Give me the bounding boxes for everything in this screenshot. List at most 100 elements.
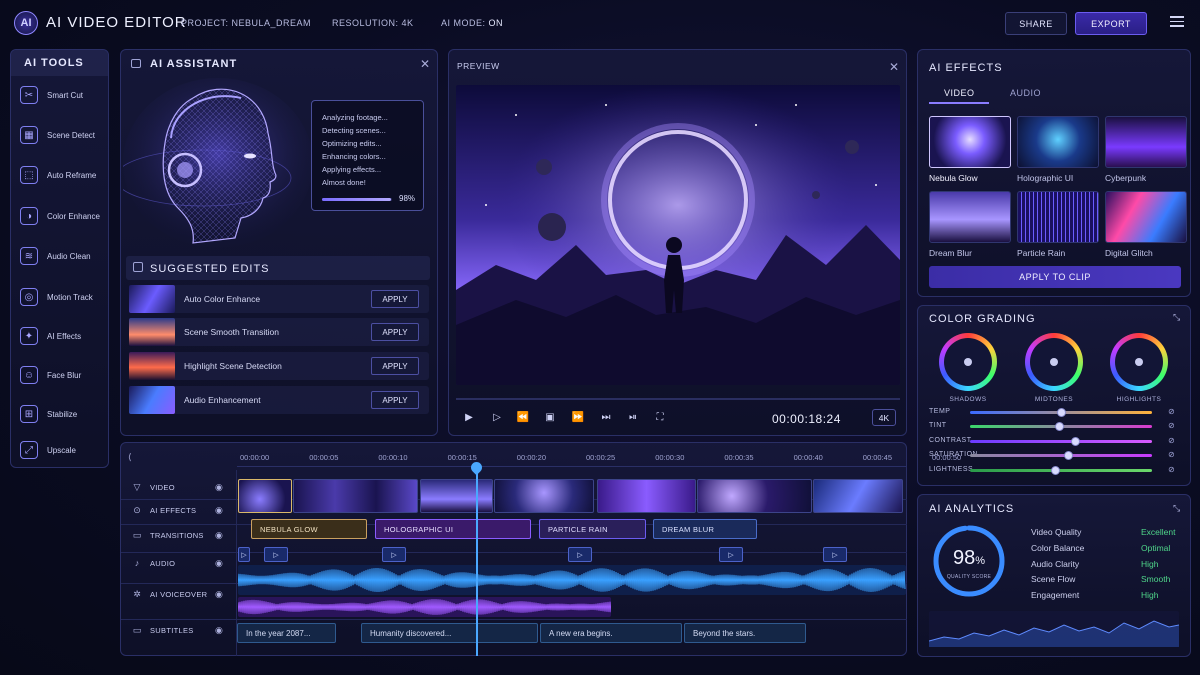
visibility-eye-icon[interactable]: ◉ <box>215 625 223 636</box>
tool-motion-track[interactable]: ◎ Motion Track <box>10 281 108 313</box>
voiceover-waveform[interactable] <box>238 597 611 617</box>
tool-upscale[interactable]: ⤢ Upscale <box>10 434 108 466</box>
export-button[interactable]: EXPORT <box>1075 12 1147 35</box>
transition-marker[interactable]: ▷ <box>264 547 288 562</box>
slider-contrast[interactable] <box>970 437 1152 446</box>
slider-reset-icon[interactable]: ⊘ <box>1168 421 1175 430</box>
subtitle-clip[interactable]: A new era begins. <box>540 623 682 643</box>
timeline-collapse-icon[interactable]: ⟨ <box>128 452 132 463</box>
subtitle-clip[interactable]: In the year 2087... <box>237 623 336 643</box>
slider-reset-icon[interactable]: ⊘ <box>1168 465 1175 474</box>
transition-marker[interactable]: ▷ <box>382 547 406 562</box>
tool-scene-detect[interactable]: ▦ Scene Detect <box>10 119 108 151</box>
color-wheel-highlights[interactable] <box>1110 333 1168 391</box>
share-button[interactable]: SHARE <box>1005 12 1067 35</box>
play-forward-icon[interactable]: ▷ <box>489 409 505 425</box>
color-wheel-handle[interactable] <box>964 358 972 366</box>
audio-waveform[interactable] <box>238 565 906 595</box>
suggestion-apply-button[interactable]: APPLY <box>371 290 419 308</box>
timeline-tick-label: 00:00:30 <box>655 453 685 462</box>
tool-auto-reframe[interactable]: ⬚ Auto Reframe <box>10 159 108 191</box>
transition-marker[interactable]: ▷ <box>238 547 250 562</box>
video-clip[interactable] <box>813 479 903 513</box>
fast-forward-icon[interactable]: ⏭ <box>598 409 614 425</box>
video-clip[interactable] <box>494 479 594 513</box>
suggestion-apply-button[interactable]: APPLY <box>371 391 419 409</box>
stop-icon[interactable]: ▣ <box>542 409 558 425</box>
preview-close-icon[interactable]: ✕ <box>889 60 899 74</box>
slider-handle[interactable] <box>1056 408 1066 417</box>
timeline-ruler[interactable] <box>237 466 907 467</box>
effect-clip[interactable]: PARTICLE RAIN <box>539 519 646 539</box>
slider-reset-icon[interactable]: ⊘ <box>1168 436 1175 445</box>
tool-smart-cut[interactable]: ✂ Smart Cut <box>10 79 108 111</box>
transition-marker[interactable]: ▷ <box>568 547 592 562</box>
video-clip[interactable] <box>238 479 292 513</box>
visibility-eye-icon[interactable]: ◉ <box>215 530 223 541</box>
fullscreen-icon[interactable]: ⛶ <box>652 409 668 425</box>
color-wheel-midtones[interactable] <box>1025 333 1083 391</box>
subtitle-clip[interactable]: Beyond the stars. <box>684 623 806 643</box>
step-forward-icon[interactable]: ⏩ <box>570 409 586 425</box>
hamburger-menu-icon[interactable] <box>1170 16 1184 28</box>
effect-particle-rain[interactable]: Particle Rain <box>1017 191 1099 258</box>
transition-marker[interactable]: ▷ <box>823 547 847 562</box>
analysis-progress-bar <box>322 198 392 201</box>
apply-to-clip-button[interactable]: APPLY TO CLIP <box>929 266 1181 288</box>
ai-mode-label: AI MODE: <box>441 18 486 28</box>
visibility-eye-icon[interactable]: ◉ <box>215 482 223 493</box>
effect-dream-blur[interactable]: Dream Blur <box>929 191 1011 258</box>
rewind-icon[interactable]: ⏪ <box>515 409 531 425</box>
slider-temp[interactable] <box>970 408 1152 417</box>
color-wheel-shadows[interactable] <box>939 333 997 391</box>
motion-track-icon: ◎ <box>20 288 38 306</box>
grading-collapse-icon[interactable]: ⤡ <box>1173 312 1180 323</box>
visibility-eye-icon[interactable]: ◉ <box>215 589 223 600</box>
play-icon[interactable]: ▶ <box>461 409 477 425</box>
effect-nebula-glow[interactable]: Nebula Glow <box>929 116 1011 183</box>
tool-face-blur[interactable]: ☺ Face Blur <box>10 359 108 391</box>
effect-holographic-ui[interactable]: Holographic UI <box>1017 116 1099 183</box>
tool-audio-clean[interactable]: ≋ Audio Clean <box>10 240 108 272</box>
color-wheel-handle[interactable] <box>1050 358 1058 366</box>
video-clip[interactable] <box>697 479 812 513</box>
preview-scrubber[interactable] <box>456 398 900 400</box>
skip-end-icon[interactable]: ⏯ <box>625 409 641 425</box>
preview-video-frame[interactable] <box>456 85 900 385</box>
tool-color-enhance[interactable]: ◑ Color Enhance <box>10 200 108 232</box>
tool-stabilize[interactable]: ⊞ Stabilize <box>10 398 108 430</box>
video-clip[interactable] <box>597 479 696 513</box>
tool-ai-effects[interactable]: ✦ AI Effects <box>10 320 108 352</box>
effect-cyberpunk[interactable]: Cyberpunk <box>1105 116 1187 183</box>
slider-handle[interactable] <box>1063 451 1073 460</box>
suggestion-apply-button[interactable]: APPLY <box>371 357 419 375</box>
video-clip[interactable] <box>293 479 418 513</box>
slider-handle[interactable] <box>1051 466 1061 475</box>
effect-clip[interactable]: NEBULA GLOW <box>251 519 367 539</box>
suggestion-apply-button[interactable]: APPLY <box>371 323 419 341</box>
slider-tint[interactable] <box>970 422 1152 431</box>
video-clip[interactable] <box>420 479 493 513</box>
transition-marker[interactable]: ▷ <box>719 547 743 562</box>
tab-audio[interactable]: AUDIO <box>1010 88 1041 98</box>
quality-score-number: 98 <box>952 547 976 569</box>
slider-handle[interactable] <box>1054 422 1064 431</box>
analysis-progress-label: 98% <box>399 194 416 203</box>
subtitle-clip[interactable]: Humanity discovered... <box>361 623 538 643</box>
slider-reset-icon[interactable]: ⊘ <box>1168 450 1175 459</box>
slider-lightness[interactable] <box>970 466 1152 475</box>
effect-digital-glitch[interactable]: Digital Glitch <box>1105 191 1187 258</box>
slider-handle[interactable] <box>1071 437 1081 446</box>
resolution-badge[interactable]: 4K <box>872 409 896 426</box>
effect-clip[interactable]: DREAM BLUR <box>653 519 757 539</box>
tab-video[interactable]: VIDEO <box>944 88 975 98</box>
playhead-line[interactable] <box>476 466 478 656</box>
visibility-eye-icon[interactable]: ◉ <box>215 558 223 569</box>
slider-saturation[interactable] <box>970 451 1152 460</box>
color-wheel-handle[interactable] <box>1135 358 1143 366</box>
slider-reset-icon[interactable]: ⊘ <box>1168 407 1175 416</box>
analytics-collapse-icon[interactable]: ⤡ <box>1173 503 1180 514</box>
visibility-eye-icon[interactable]: ◉ <box>215 505 223 516</box>
effect-clip[interactable]: HOLOGRAPHIC UI <box>375 519 531 539</box>
assistant-close-icon[interactable]: ✕ <box>420 57 430 71</box>
